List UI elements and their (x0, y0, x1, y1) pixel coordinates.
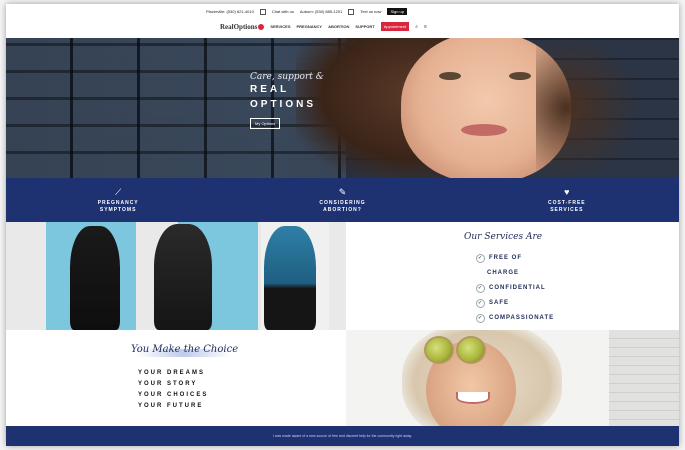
services-section: Our Services Are ✓ FREE OF CHARGE ✓ CONFID… (346, 222, 679, 330)
feature-considering-abortion[interactable]: ✎ CONSIDERING ABORTION? (230, 178, 454, 222)
text-icon (348, 8, 355, 15)
my-options-button[interactable]: My Options (250, 118, 281, 129)
hero-text-block: Care, support & REAL OPTIONS My Options (250, 72, 324, 130)
three-women-photo (6, 222, 346, 330)
feature-pregnancy-symptoms[interactable]: ⟋ PREGNANCY SYMPTOMS (6, 178, 230, 222)
check-icon: ✓ (476, 254, 485, 263)
woman-figure (264, 226, 316, 330)
list-item: ✓ SAFE (476, 299, 510, 308)
feature-label: CONSIDERING ABORTION? (319, 199, 366, 213)
list-item: ✓ CONFIDENTIAL (476, 284, 546, 293)
services-list: ✓ FREE OF CHARGE ✓ CONFIDENTIAL ✓ SAFE ✓ COM… (476, 254, 554, 329)
list-item: YOUR DREAMS (138, 370, 206, 376)
nav-item-abortion[interactable]: ABORTION (328, 24, 349, 29)
list-item: ✓ COMPASSIONATE (476, 314, 555, 323)
chat-icon (259, 8, 266, 15)
hero-script-line: Care, support & (250, 72, 324, 82)
feature-label: COST-FREE SERVICES (548, 199, 586, 213)
stairs-background (609, 330, 679, 426)
list-item: ✓ FREE OF (476, 254, 523, 263)
footer-text: I was made aware of a new source of free… (272, 434, 413, 438)
menu-icon[interactable]: ≡ (424, 24, 427, 30)
feature-bar: ⟋ PREGNANCY SYMPTOMS ✎ CONSIDERING ABORT… (6, 178, 679, 222)
sunglasses-lens (424, 336, 454, 364)
main-nav: RealOptions SERVICES PREGNANCY ABORTION … (220, 22, 427, 31)
phone-auburn-link[interactable]: Auburn: (530) 885-1201 (300, 9, 342, 14)
hero-photo-eye (509, 72, 531, 80)
hero-banner: Care, support & REAL OPTIONS My Options (6, 38, 679, 178)
utility-bar: Placerville: (530) 621-4010 Chat with us… (206, 8, 408, 15)
make-the-choice-section: You Make the Choice YOUR DREAMS YOUR STO… (6, 330, 346, 426)
heart-icon: ♥ (564, 186, 570, 197)
services-title: Our Services Are (464, 232, 543, 242)
text-link[interactable]: Text us now (360, 9, 381, 14)
woman-figure (154, 224, 212, 330)
list-item: YOUR FUTURE (138, 403, 204, 409)
page-frame: Placerville: (530) 621-4010 Chat with us… (6, 4, 679, 446)
choice-list: YOUR DREAMS YOUR STORY YOUR CHOICES YOUR… (138, 368, 208, 412)
logo-mark-icon (258, 23, 265, 30)
site-logo[interactable]: RealOptions (220, 23, 265, 31)
site-header: Placerville: (530) 621-4010 Chat with us… (6, 4, 679, 38)
woman-figure (70, 226, 120, 330)
hero-title-line1: REAL (250, 84, 290, 95)
smile (456, 392, 490, 404)
appointment-button[interactable]: Appointment (380, 22, 410, 31)
check-icon: ✓ (476, 284, 485, 293)
feature-cost-free-services[interactable]: ♥ COST-FREE SERVICES (455, 178, 679, 222)
feature-label: PREGNANCY SYMPTOMS (97, 199, 139, 213)
hero-photo-hair (536, 38, 636, 178)
list-item: YOUR CHOICES (138, 392, 209, 398)
make-choice-title: You Make the Choice (131, 344, 239, 355)
list-item: YOUR STORY (138, 381, 198, 387)
check-icon: ✓ (476, 314, 485, 323)
site-footer: I was made aware of a new source of free… (6, 426, 679, 446)
check-icon: ✓ (476, 299, 485, 308)
sunglasses-lens (456, 336, 486, 364)
hero-title-line2: OPTIONS (250, 99, 317, 110)
pen-icon: ✎ (338, 186, 347, 197)
pen-icon: ⟋ (115, 186, 122, 197)
nav-item-services[interactable]: SERVICES (270, 24, 290, 29)
list-item: CHARGE (487, 270, 520, 276)
search-icon[interactable]: ⌕ (415, 24, 418, 30)
phone-placerville-link[interactable]: Placerville: (530) 621-4010 (206, 9, 254, 14)
smiling-woman-photo (346, 330, 679, 426)
chat-link[interactable]: Chat with us (272, 9, 294, 14)
nav-item-pregnancy[interactable]: PREGNANCY (297, 24, 323, 29)
signup-button[interactable]: Sign up (387, 8, 408, 15)
nav-item-support[interactable]: SUPPORT (355, 24, 374, 29)
hero-photo-lips (461, 124, 507, 136)
hero-photo-eye (439, 72, 461, 80)
